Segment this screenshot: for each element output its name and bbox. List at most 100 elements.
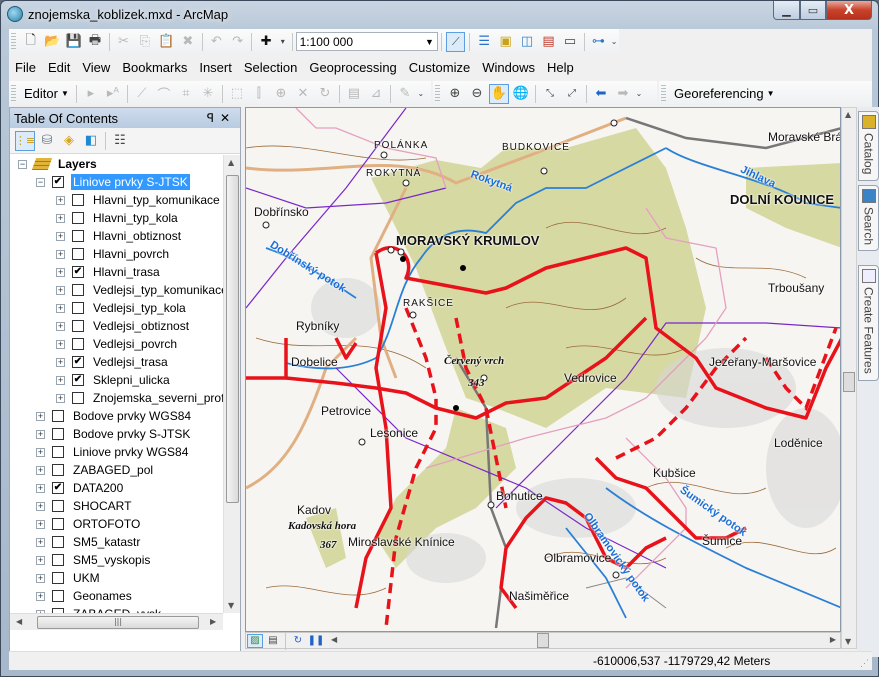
- toc-vertical-scrollbar[interactable]: ▲ ▼: [223, 155, 240, 613]
- menu-insert[interactable]: Insert: [193, 60, 238, 75]
- print-icon[interactable]: 🖶: [85, 32, 104, 52]
- expand-icon[interactable]: +: [36, 411, 45, 421]
- layer-visibility-checkbox[interactable]: [72, 284, 84, 296]
- expand-icon[interactable]: +: [56, 195, 65, 205]
- straight-segment-icon[interactable]: ⟋: [132, 84, 152, 104]
- create-features-tab[interactable]: Create Features: [858, 265, 879, 381]
- refresh-icon[interactable]: ↻: [290, 634, 306, 648]
- cut-polygons-icon[interactable]: ⊕: [271, 84, 291, 104]
- toc-layer-item[interactable]: + Geonames: [10, 587, 223, 605]
- toc-layer-item[interactable]: + ORTOFOTO: [10, 515, 223, 533]
- toolbar-options-icon[interactable]: ⌄: [417, 84, 425, 104]
- close-icon[interactable]: ✕: [220, 111, 236, 125]
- undo-icon[interactable]: ↶: [207, 32, 226, 52]
- expand-icon[interactable]: +: [56, 321, 65, 331]
- toc-layer-item[interactable]: + Vedlejsi_typ_komunikace: [10, 281, 223, 299]
- toc-layer-item[interactable]: + SM5_vyskopis: [10, 551, 223, 569]
- scroll-left-icon[interactable]: ◀: [331, 635, 337, 644]
- expand-icon[interactable]: +: [56, 393, 65, 403]
- toolbar-options-icon[interactable]: ⌄: [610, 32, 618, 52]
- minimize-button[interactable]: ▁: [773, 1, 800, 20]
- toolbar-grip[interactable]: [11, 84, 16, 103]
- edit-tool-icon[interactable]: ▸: [81, 84, 101, 104]
- fixed-zoom-in-icon[interactable]: ⤡: [540, 84, 560, 104]
- list-by-drawing-order-icon[interactable]: ⋮≡: [15, 130, 35, 151]
- toc-layer-item[interactable]: + Bodove prvky S-JTSK: [10, 425, 223, 443]
- list-by-visibility-icon[interactable]: ◈: [59, 131, 79, 151]
- scroll-up-icon[interactable]: ▲: [228, 158, 234, 167]
- scrollbar-thumb[interactable]: [537, 633, 549, 648]
- add-data-icon[interactable]: ✚: [256, 32, 275, 52]
- menu-help[interactable]: Help: [541, 60, 580, 75]
- scrollbar-thumb[interactable]: |||: [37, 616, 199, 629]
- layer-visibility-checkbox[interactable]: [72, 392, 84, 404]
- layer-visibility-checkbox[interactable]: ✔: [52, 176, 64, 188]
- menu-selection[interactable]: Selection: [238, 60, 303, 75]
- layer-visibility-checkbox[interactable]: [52, 410, 64, 422]
- arctoolbox-icon[interactable]: ▤: [539, 32, 558, 52]
- scrollbar-thumb[interactable]: [843, 372, 855, 392]
- expand-icon[interactable]: +: [36, 447, 45, 457]
- layer-visibility-checkbox[interactable]: [52, 554, 64, 566]
- trace-tool-icon[interactable]: ⌗: [176, 84, 196, 104]
- close-window-button[interactable]: X: [826, 1, 872, 20]
- pan-hand-icon[interactable]: ✋: [489, 83, 509, 104]
- layer-visibility-checkbox[interactable]: [72, 248, 84, 260]
- go-forward-arrow-icon[interactable]: ➡: [613, 84, 633, 104]
- layer-visibility-checkbox[interactable]: [72, 302, 84, 314]
- maximize-button[interactable]: ▭: [800, 1, 826, 20]
- toc-layer-item[interactable]: + ✔ Sklepni_ulicka: [10, 371, 223, 389]
- menu-customize[interactable]: Customize: [403, 60, 476, 75]
- expand-icon[interactable]: +: [36, 519, 45, 529]
- toc-layer-item[interactable]: + SM5_katastr: [10, 533, 223, 551]
- new-document-icon[interactable]: 🗋: [21, 32, 40, 52]
- layer-visibility-checkbox[interactable]: ✔: [52, 482, 64, 494]
- delete-icon[interactable]: ✖: [178, 32, 197, 52]
- map-scale-combobox[interactable]: 1:100 000 ▼: [295, 32, 438, 51]
- fixed-zoom-out-icon[interactable]: ⤢: [562, 84, 582, 104]
- open-folder-icon[interactable]: 📂: [42, 32, 61, 52]
- map-view[interactable]: POLÁNKA BUDKOVICE ROKYTNÁ Rokytná Moravské B…: [245, 107, 841, 632]
- expand-icon[interactable]: +: [36, 465, 45, 475]
- toc-horizontal-scrollbar[interactable]: ◀ ||| ▶: [10, 613, 223, 630]
- menu-bookmarks[interactable]: Bookmarks: [116, 60, 193, 75]
- menu-edit[interactable]: Edit: [42, 60, 76, 75]
- expand-icon[interactable]: +: [36, 537, 45, 547]
- layout-view-icon[interactable]: ▤: [265, 634, 281, 648]
- expand-icon[interactable]: +: [36, 573, 45, 583]
- expand-icon[interactable]: +: [36, 501, 45, 511]
- map-vertical-scrollbar[interactable]: ▲ ▼: [841, 107, 857, 649]
- expand-icon[interactable]: +: [56, 231, 65, 241]
- expand-icon[interactable]: +: [56, 285, 65, 295]
- layer-visibility-checkbox[interactable]: [52, 446, 64, 458]
- pin-icon[interactable]: ꟼ: [207, 111, 220, 125]
- menu-geoprocessing[interactable]: Geoprocessing: [303, 60, 402, 75]
- toc-layer-item[interactable]: + Hlavni_obtiznost: [10, 227, 223, 245]
- layer-visibility-checkbox[interactable]: [52, 518, 64, 530]
- paste-icon[interactable]: 📋: [157, 32, 176, 52]
- list-by-selection-icon[interactable]: ◧: [81, 131, 101, 151]
- zoom-in-icon[interactable]: ⊕: [445, 84, 465, 104]
- split-tool-icon[interactable]: ✕: [293, 84, 313, 104]
- scrollbar-thumb[interactable]: [226, 175, 239, 503]
- menu-windows[interactable]: Windows: [476, 60, 541, 75]
- toolbar-grip[interactable]: [435, 84, 440, 103]
- toc-layer-item[interactable]: + UKM: [10, 569, 223, 587]
- resize-grip-icon[interactable]: ⋰: [860, 658, 869, 669]
- create-features-icon[interactable]: ✎: [395, 84, 415, 104]
- editor-menu-button[interactable]: Editor ▼: [20, 86, 73, 101]
- expand-icon[interactable]: +: [56, 249, 65, 259]
- toc-layer-item[interactable]: + Hlavni_typ_komunikace: [10, 191, 223, 209]
- menu-view[interactable]: View: [76, 60, 116, 75]
- expand-icon[interactable]: +: [56, 375, 65, 385]
- sketch-properties-icon[interactable]: ⊿: [366, 84, 386, 104]
- python-window-icon[interactable]: ▭: [560, 32, 579, 52]
- layer-visibility-checkbox[interactable]: [52, 572, 64, 584]
- zoom-out-icon[interactable]: ⊖: [467, 84, 487, 104]
- layer-visibility-checkbox[interactable]: [52, 536, 64, 548]
- options-icon[interactable]: ☷: [110, 131, 130, 151]
- table-of-contents-icon[interactable]: ☰: [474, 32, 493, 52]
- layer-visibility-checkbox[interactable]: [72, 338, 84, 350]
- scroll-right-icon[interactable]: ▶: [210, 617, 216, 626]
- full-extent-globe-icon[interactable]: 🌐: [511, 84, 531, 104]
